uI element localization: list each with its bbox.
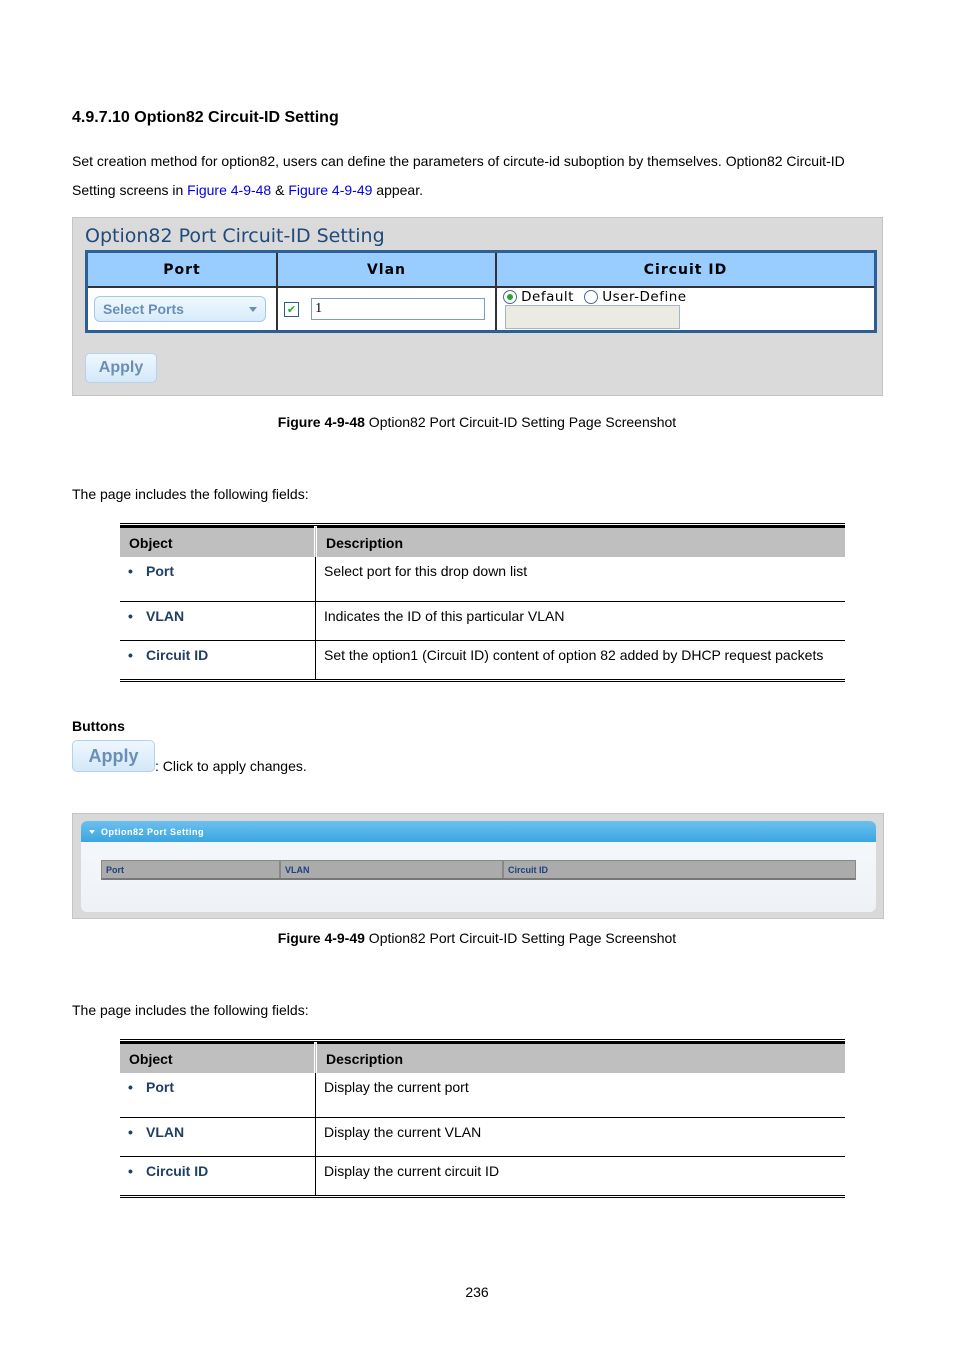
panel-title: Option82 Port Circuit-ID Setting: [85, 225, 385, 247]
intro-paragraph: Set creation method for option82, users …: [72, 147, 892, 205]
object-name: Circuit ID: [146, 646, 209, 663]
object-cell: • Circuit ID: [120, 1156, 316, 1198]
radio-default-label: Default: [521, 289, 574, 305]
bullet-icon: •: [128, 646, 133, 663]
panel-title: Option82 Port Setting: [101, 826, 205, 837]
table-row: • Port Display the current port: [120, 1073, 845, 1118]
object-name: Port: [146, 563, 174, 579]
intro-text: &: [271, 182, 289, 198]
description-cell: Display the current VLAN: [315, 1117, 845, 1157]
bullet-icon: •: [128, 1079, 133, 1095]
radio-selected-dot: [507, 294, 513, 300]
table-row: • Circuit ID Display the current circuit …: [120, 1156, 845, 1198]
column-header-port: Port: [102, 861, 281, 878]
figure-49-caption: Figure 4-9-49 Option82 Port Circuit-ID S…: [0, 930, 954, 946]
bullet-icon: •: [128, 1123, 133, 1140]
object-name: VLAN: [146, 607, 185, 624]
radio-default[interactable]: [503, 290, 517, 304]
figure-48-caption: Figure 4-9-48 Option82 Port Circuit-ID S…: [0, 414, 954, 430]
chevron-down-icon: [249, 306, 257, 312]
collapse-triangle-icon: [89, 829, 95, 834]
radio-user-define-label: User-Define: [602, 289, 687, 305]
vlan-checkbox[interactable]: ✔: [284, 301, 299, 317]
checkmark-icon: ✔: [286, 302, 297, 316]
object-name: Port: [146, 1079, 174, 1095]
user-define-input[interactable]: [505, 305, 680, 329]
object-name: Circuit ID: [146, 1162, 209, 1179]
column-header-circuit-id: Circuit ID: [508, 864, 549, 875]
apply-button-example[interactable]: Apply: [72, 740, 155, 772]
caption-text: Option82 Port Circuit-ID Setting Page Sc…: [364, 414, 677, 430]
object-cell: • Circuit ID: [120, 640, 316, 682]
page-number: 236: [465, 1284, 489, 1300]
object-cell: • VLAN: [120, 601, 316, 641]
header-object: Object: [120, 526, 317, 557]
table-row: • Port Select port for this drop down lis…: [120, 557, 845, 602]
port-setting-panel: Option82 Port Setting Port VLAN Circuit …: [81, 821, 876, 912]
buttons-heading: Buttons: [72, 718, 125, 734]
circuit-id-setting-table: Port Vlan Circuit ID Select Ports ✔ 1 De…: [85, 250, 877, 333]
section-heading: 4.9.7.10 Option82 Circuit-ID Setting: [72, 109, 339, 126]
object-cell: • VLAN: [120, 1117, 316, 1157]
caption-label: Figure 4-9-49: [277, 930, 365, 946]
fields-intro-2: The page includes the following fields:: [72, 1002, 309, 1018]
column-header-port: Port: [88, 253, 278, 288]
description-cell: Display the current port: [315, 1073, 845, 1118]
object-cell: • Port: [120, 1073, 316, 1118]
column-header-circuit-id: Circuit ID: [496, 253, 874, 288]
bullet-icon: •: [128, 607, 133, 624]
panel-header[interactable]: Option82 Port Setting: [81, 821, 876, 842]
description-cell: Select port for this drop down list: [315, 557, 845, 602]
intro-text: Setting screens in: [72, 182, 188, 198]
column-header-vlan: VLAN: [281, 861, 504, 878]
figure-48-link[interactable]: Figure 4-9-48: [187, 182, 271, 198]
caption-label: Figure 4-9-48: [277, 414, 365, 430]
description-cell: Indicates the ID of this particular VLAN: [315, 601, 845, 641]
intro-line-2: Setting screens in Figure 4-9-48 & Figur…: [72, 176, 892, 205]
select-ports-label: Select Ports: [103, 301, 184, 317]
circuit-id-cell: Default User-Define: [496, 287, 874, 330]
table-row: • VLAN Display the current VLAN: [120, 1117, 845, 1157]
header-description: Description: [315, 526, 845, 557]
intro-text: appear.: [372, 182, 423, 198]
select-ports-dropdown[interactable]: Select Ports: [94, 296, 266, 322]
object-name: VLAN: [146, 1123, 185, 1140]
bullet-icon: •: [128, 563, 133, 579]
figure-49-link[interactable]: Figure 4-9-49: [288, 182, 372, 198]
object-cell: • Port: [120, 557, 316, 602]
apply-button[interactable]: Apply: [85, 353, 157, 383]
table-row: • Circuit ID Set the option1 (Circuit ID)…: [120, 640, 845, 682]
header-description: Description: [315, 1042, 845, 1073]
apply-button-description: : Click to apply changes.: [155, 758, 307, 774]
fields-table-2: Object Description • Port Display the cur…: [120, 1039, 845, 1198]
fields-intro-1: The page includes the following fields:: [72, 486, 309, 502]
fields-table-1: Object Description • Port Select port for…: [120, 523, 845, 682]
column-header-vlan: Vlan: [277, 253, 497, 288]
port-cell: Select Ports: [88, 287, 278, 330]
figure-option82-circuit-id-setting: Option82 Port Circuit-ID Setting Port Vl…: [72, 217, 883, 396]
caption-text: Option82 Port Circuit-ID Setting Page Sc…: [364, 930, 677, 946]
radio-user-define[interactable]: [584, 290, 599, 304]
figure-option82-port-setting: Option82 Port Setting Port VLAN Circuit …: [72, 813, 884, 919]
vlan-cell: ✔: [277, 287, 497, 330]
header-object: Object: [120, 1042, 317, 1073]
bullet-icon: •: [128, 1162, 133, 1179]
description-cell: Set the option1 (Circuit ID) content of …: [315, 640, 845, 682]
intro-line-1: Set creation method for option82, users …: [72, 153, 845, 169]
vlan-input[interactable]: [311, 298, 486, 320]
table-row: • VLAN Indicates the ID of this particula…: [120, 601, 845, 641]
description-cell: Display the current circuit ID: [315, 1156, 845, 1198]
port-setting-table-header: Port VLAN Circuit ID: [101, 860, 856, 880]
